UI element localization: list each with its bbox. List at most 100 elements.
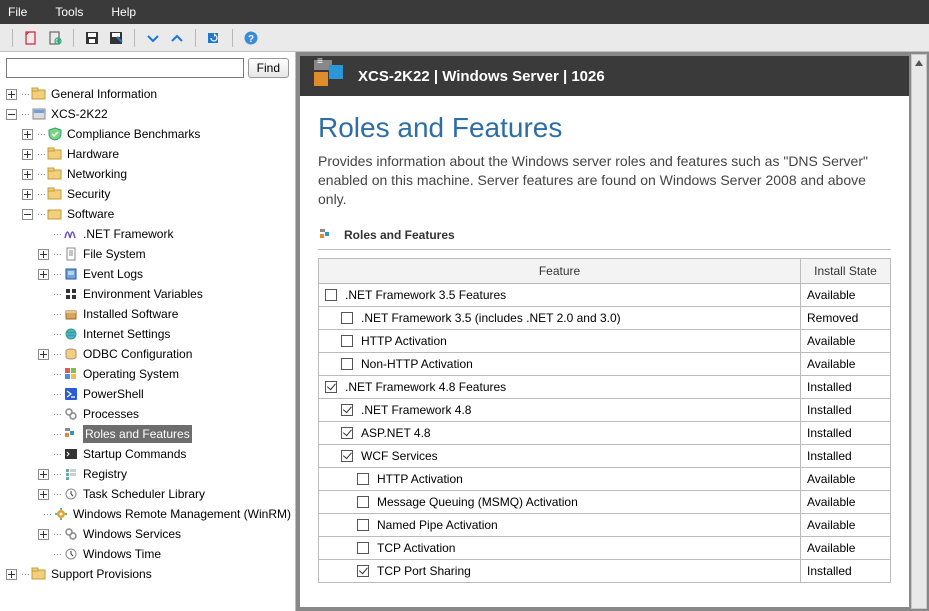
- tree-connector: ⋯: [53, 365, 61, 383]
- menu-help[interactable]: Help: [111, 5, 136, 19]
- expand-toggle-icon[interactable]: [22, 149, 33, 160]
- tree-node-host[interactable]: ⋯ XCS-2K22: [6, 104, 291, 124]
- expand-toggle-icon[interactable]: [6, 569, 17, 580]
- feature-checkbox[interactable]: [341, 450, 353, 462]
- tree-connector: ⋯: [37, 125, 45, 143]
- tree-connector: ⋯: [53, 265, 61, 283]
- tree-node-internet-settings[interactable]: ⋯Internet Settings: [38, 324, 291, 344]
- nav-tree[interactable]: ⋯ General Information ⋯ XCS-2K22 ⋯Compli…: [0, 82, 295, 611]
- install-state: Installed: [801, 444, 891, 467]
- help-icon[interactable]: ?: [241, 28, 261, 48]
- feature-checkbox[interactable]: [341, 404, 353, 416]
- tree-node-startup-cmds[interactable]: ⋯Startup Commands: [38, 444, 291, 464]
- scrollbar[interactable]: [911, 54, 927, 609]
- tree-label: Security: [67, 185, 110, 203]
- expand-toggle-icon[interactable]: [22, 169, 33, 180]
- export-doc-icon[interactable]: [45, 28, 65, 48]
- expand-toggle-icon[interactable]: [38, 249, 49, 260]
- feature-checkbox[interactable]: [357, 519, 369, 531]
- tree-node-support-provisions[interactable]: ⋯ Support Provisions: [6, 564, 291, 584]
- feature-name: ASP.NET 4.8: [361, 426, 431, 440]
- tree-node-networking[interactable]: ⋯Networking: [22, 164, 291, 184]
- search-input[interactable]: [6, 58, 244, 78]
- col-state[interactable]: Install State: [801, 258, 891, 283]
- toolbar-separator: [73, 29, 74, 47]
- toolbar-separator: [12, 29, 13, 47]
- table-row[interactable]: .NET Framework 3.5 (includes .NET 2.0 an…: [319, 306, 891, 329]
- menu-file[interactable]: File: [8, 5, 27, 19]
- feature-checkbox[interactable]: [357, 473, 369, 485]
- menu-tools[interactable]: Tools: [55, 5, 83, 19]
- feature-checkbox[interactable]: [325, 381, 337, 393]
- tree-label: Task Scheduler Library: [83, 485, 205, 503]
- table-row[interactable]: HTTP ActivationAvailable: [319, 329, 891, 352]
- page-title: Roles and Features: [318, 112, 891, 144]
- tree-label: Windows Time: [83, 545, 161, 563]
- feature-checkbox[interactable]: [341, 427, 353, 439]
- tree-node-net-framework[interactable]: ⋯.NET Framework: [38, 224, 291, 244]
- folder-open-icon: [47, 206, 63, 222]
- tree-node-roles-features[interactable]: ⋯Roles and Features: [38, 424, 291, 444]
- tree-node-win-time[interactable]: ⋯Windows Time: [38, 544, 291, 564]
- refresh-icon[interactable]: [204, 28, 224, 48]
- shield-check-icon: [47, 126, 63, 142]
- expand-toggle-icon[interactable]: [38, 529, 49, 540]
- windows-icon: [63, 366, 79, 382]
- tree-node-odbc[interactable]: ⋯ODBC Configuration: [38, 344, 291, 364]
- tree-node-installed-software[interactable]: ⋯Installed Software: [38, 304, 291, 324]
- tree-node-env-vars[interactable]: ⋯Environment Variables: [38, 284, 291, 304]
- table-row[interactable]: ASP.NET 4.8Installed: [319, 421, 891, 444]
- powershell-icon: [63, 386, 79, 402]
- tree-node-hardware[interactable]: ⋯Hardware: [22, 144, 291, 164]
- expand-toggle-icon[interactable]: [38, 489, 49, 500]
- tree-node-software[interactable]: ⋯Software: [22, 204, 291, 224]
- expand-toggle-icon[interactable]: [6, 89, 17, 100]
- save-icon[interactable]: [82, 28, 102, 48]
- tree-node-powershell[interactable]: ⋯PowerShell: [38, 384, 291, 404]
- expand-icon[interactable]: [143, 28, 163, 48]
- edit-icon[interactable]: [106, 28, 126, 48]
- tree-node-task-scheduler[interactable]: ⋯Task Scheduler Library: [38, 484, 291, 504]
- table-row[interactable]: .NET Framework 4.8 FeaturesInstalled: [319, 375, 891, 398]
- feature-checkbox[interactable]: [357, 542, 369, 554]
- tree-node-general-info[interactable]: ⋯ General Information: [6, 84, 291, 104]
- table-row[interactable]: .NET Framework 4.8Installed: [319, 398, 891, 421]
- expand-toggle-icon[interactable]: [38, 469, 49, 480]
- expand-toggle-icon[interactable]: [38, 349, 49, 360]
- tree-node-compliance[interactable]: ⋯Compliance Benchmarks: [22, 124, 291, 144]
- scroll-up-icon[interactable]: [912, 55, 926, 71]
- expand-toggle-icon[interactable]: [22, 189, 33, 200]
- table-row[interactable]: HTTP ActivationAvailable: [319, 467, 891, 490]
- feature-checkbox[interactable]: [341, 312, 353, 324]
- expand-toggle-icon[interactable]: [6, 109, 17, 120]
- table-row[interactable]: .NET Framework 3.5 FeaturesAvailable: [319, 283, 891, 306]
- find-button[interactable]: Find: [248, 58, 289, 78]
- export-pdf-icon[interactable]: [21, 28, 41, 48]
- feature-checkbox[interactable]: [341, 335, 353, 347]
- tree-node-registry[interactable]: ⋯Registry: [38, 464, 291, 484]
- tree-node-os[interactable]: ⋯Operating System: [38, 364, 291, 384]
- table-row[interactable]: TCP Port SharingInstalled: [319, 559, 891, 582]
- tree-node-event-logs[interactable]: ⋯Event Logs: [38, 264, 291, 284]
- tree-node-file-system[interactable]: ⋯File System: [38, 244, 291, 264]
- feature-checkbox[interactable]: [325, 289, 337, 301]
- table-row[interactable]: Non-HTTP ActivationAvailable: [319, 352, 891, 375]
- col-feature[interactable]: Feature: [319, 258, 801, 283]
- tree-node-winrm[interactable]: ⋯Windows Remote Management (WinRM): [38, 504, 291, 524]
- tree-node-security[interactable]: ⋯Security: [22, 184, 291, 204]
- table-row[interactable]: Named Pipe ActivationAvailable: [319, 513, 891, 536]
- tree-node-win-services[interactable]: ⋯Windows Services: [38, 524, 291, 544]
- feature-checkbox[interactable]: [341, 358, 353, 370]
- table-row[interactable]: WCF ServicesInstalled: [319, 444, 891, 467]
- feature-checkbox[interactable]: [357, 496, 369, 508]
- feature-checkbox[interactable]: [357, 565, 369, 577]
- table-row[interactable]: TCP ActivationAvailable: [319, 536, 891, 559]
- collapse-icon[interactable]: [167, 28, 187, 48]
- expand-toggle-icon[interactable]: [22, 209, 33, 220]
- section-label: Roles and Features: [318, 227, 891, 250]
- expand-toggle-icon[interactable]: [22, 129, 33, 140]
- expand-toggle-icon[interactable]: [38, 269, 49, 280]
- table-row[interactable]: Message Queuing (MSMQ) ActivationAvailab…: [319, 490, 891, 513]
- list-icon: [318, 227, 334, 243]
- tree-node-processes[interactable]: ⋯Processes: [38, 404, 291, 424]
